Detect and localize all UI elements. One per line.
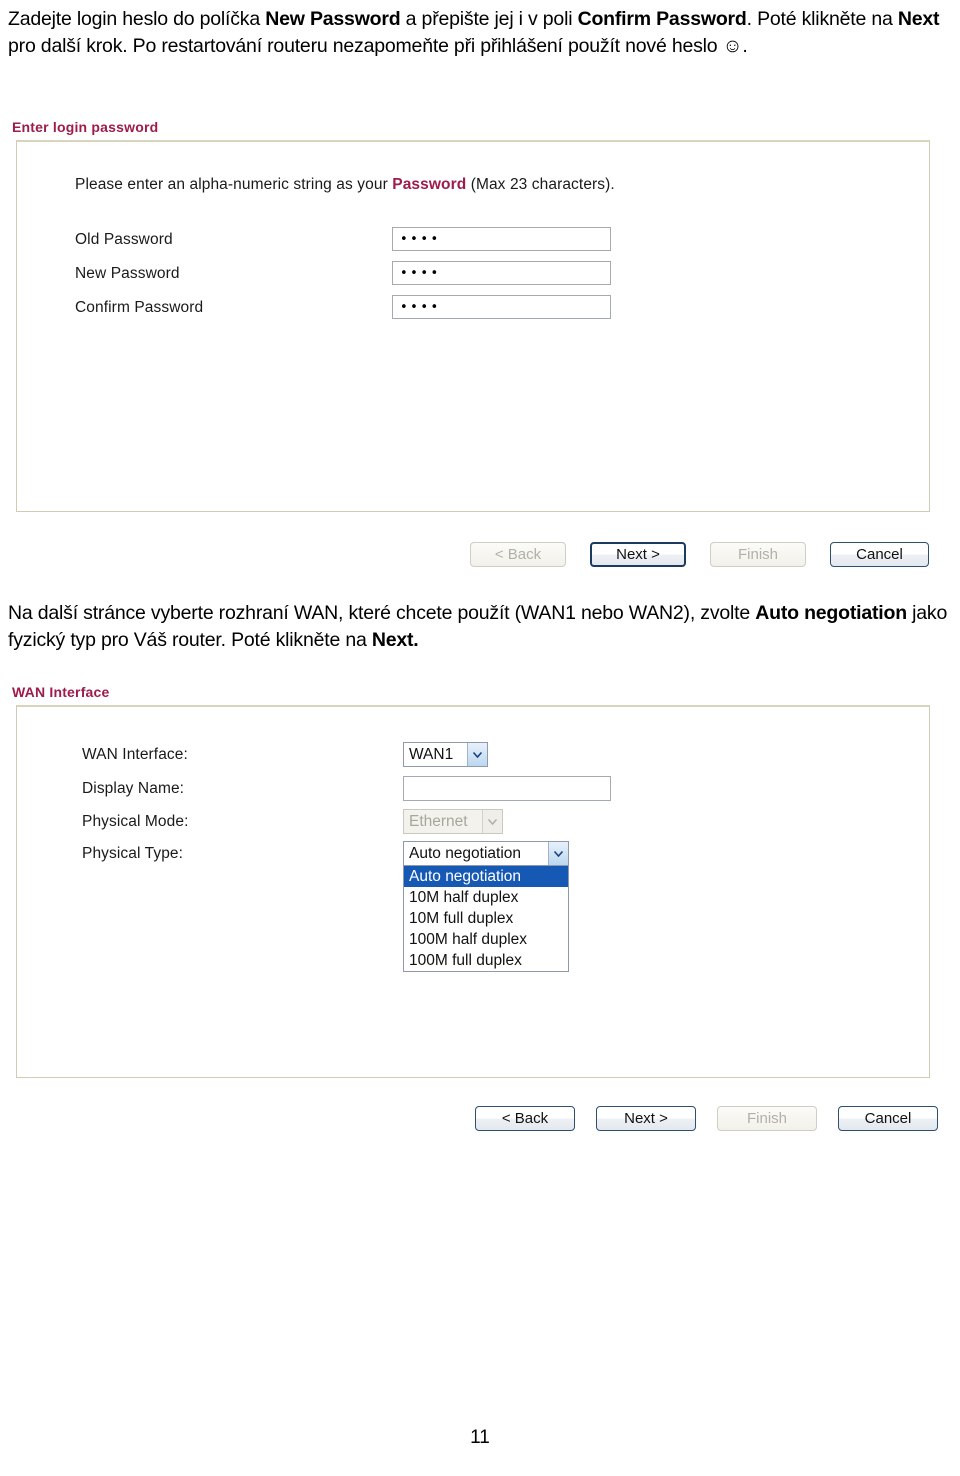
old-password-value: •••• (400, 231, 441, 247)
password-panel-heading: Enter login password (12, 119, 159, 135)
password-note-highlight: Password (392, 176, 467, 193)
old-password-label: Old Password (75, 231, 173, 248)
confirm-password-input[interactable]: •••• (392, 295, 611, 319)
physical-mode-value: Ethernet (409, 812, 468, 830)
physical-type-option-list[interactable]: Auto negotiation 10M half duplex 10M full … (403, 866, 569, 972)
password-panel-note: Please enter an alpha-numeric string as … (75, 176, 615, 194)
physical-type-option[interactable]: 10M half duplex (404, 887, 568, 908)
physical-mode-select: Ethernet (403, 809, 503, 834)
middle-paragraph: Na další stránce vyberte rozhraní WAN, k… (8, 600, 952, 654)
wan-panel-heading: WAN Interface (12, 684, 110, 700)
intro-text-2: a přepište jej i v poli (400, 8, 578, 30)
intro-text-4: pro další krok. Po restartování routeru … (8, 35, 748, 57)
old-password-input[interactable]: •••• (392, 227, 611, 251)
physical-type-option[interactable]: 100M full duplex (404, 950, 568, 971)
wan-back-button[interactable]: < Back (475, 1106, 575, 1131)
password-finish-button[interactable]: Finish (710, 542, 806, 567)
middle-text-1: Na další stránce vyberte rozhraní WAN, k… (8, 602, 756, 624)
intro-paragraph: Zadejte login heslo do políčka New Passw… (8, 6, 952, 60)
chevron-down-icon[interactable] (548, 842, 568, 865)
password-back-button[interactable]: < Back (470, 542, 566, 567)
confirm-password-label: Confirm Password (75, 299, 204, 316)
physical-type-option[interactable]: 100M half duplex (404, 929, 568, 950)
middle-bold-next: Next. (371, 629, 419, 651)
physical-mode-label: Physical Mode: (82, 813, 189, 830)
new-password-label: New Password (75, 265, 180, 282)
physical-type-option[interactable]: Auto negotiation (404, 866, 568, 887)
password-next-button[interactable]: Next > (590, 542, 686, 567)
wan-cancel-button[interactable]: Cancel (838, 1106, 938, 1131)
page-number: 11 (470, 1427, 490, 1448)
intro-text-3: . Poté klikněte na (746, 8, 898, 30)
intro-text-1: Zadejte login heslo do políčka (8, 8, 266, 30)
password-cancel-button[interactable]: Cancel (830, 542, 929, 567)
physical-type-option[interactable]: 10M full duplex (404, 908, 568, 929)
wan-interface-value: WAN1 (409, 745, 454, 763)
confirm-password-value: •••• (400, 299, 441, 315)
wan-interface-select[interactable]: WAN1 (403, 742, 488, 767)
new-password-value: •••• (400, 265, 441, 281)
wan-next-button[interactable]: Next > (596, 1106, 696, 1131)
intro-bold-confirm-password: Confirm Password (577, 8, 747, 30)
intro-bold-next: Next (897, 8, 940, 30)
display-name-input[interactable] (403, 776, 611, 801)
physical-type-select[interactable]: Auto negotiation (403, 841, 569, 866)
physical-type-value: Auto negotiation (409, 844, 522, 862)
password-note-prefix: Please enter an alpha-numeric string as … (75, 176, 393, 193)
chevron-down-icon[interactable] (467, 743, 487, 766)
intro-bold-new-password: New Password (265, 8, 401, 30)
middle-bold-auto-negotiation: Auto negotiation (755, 602, 907, 624)
display-name-label: Display Name: (82, 780, 185, 797)
new-password-input[interactable]: •••• (392, 261, 611, 285)
password-note-suffix: (Max 23 characters). (466, 176, 615, 193)
wan-finish-button[interactable]: Finish (717, 1106, 817, 1131)
wan-interface-label: WAN Interface: (82, 746, 188, 763)
chevron-down-icon-disabled (482, 810, 502, 833)
password-panel (16, 140, 930, 512)
physical-type-label: Physical Type: (82, 845, 184, 862)
